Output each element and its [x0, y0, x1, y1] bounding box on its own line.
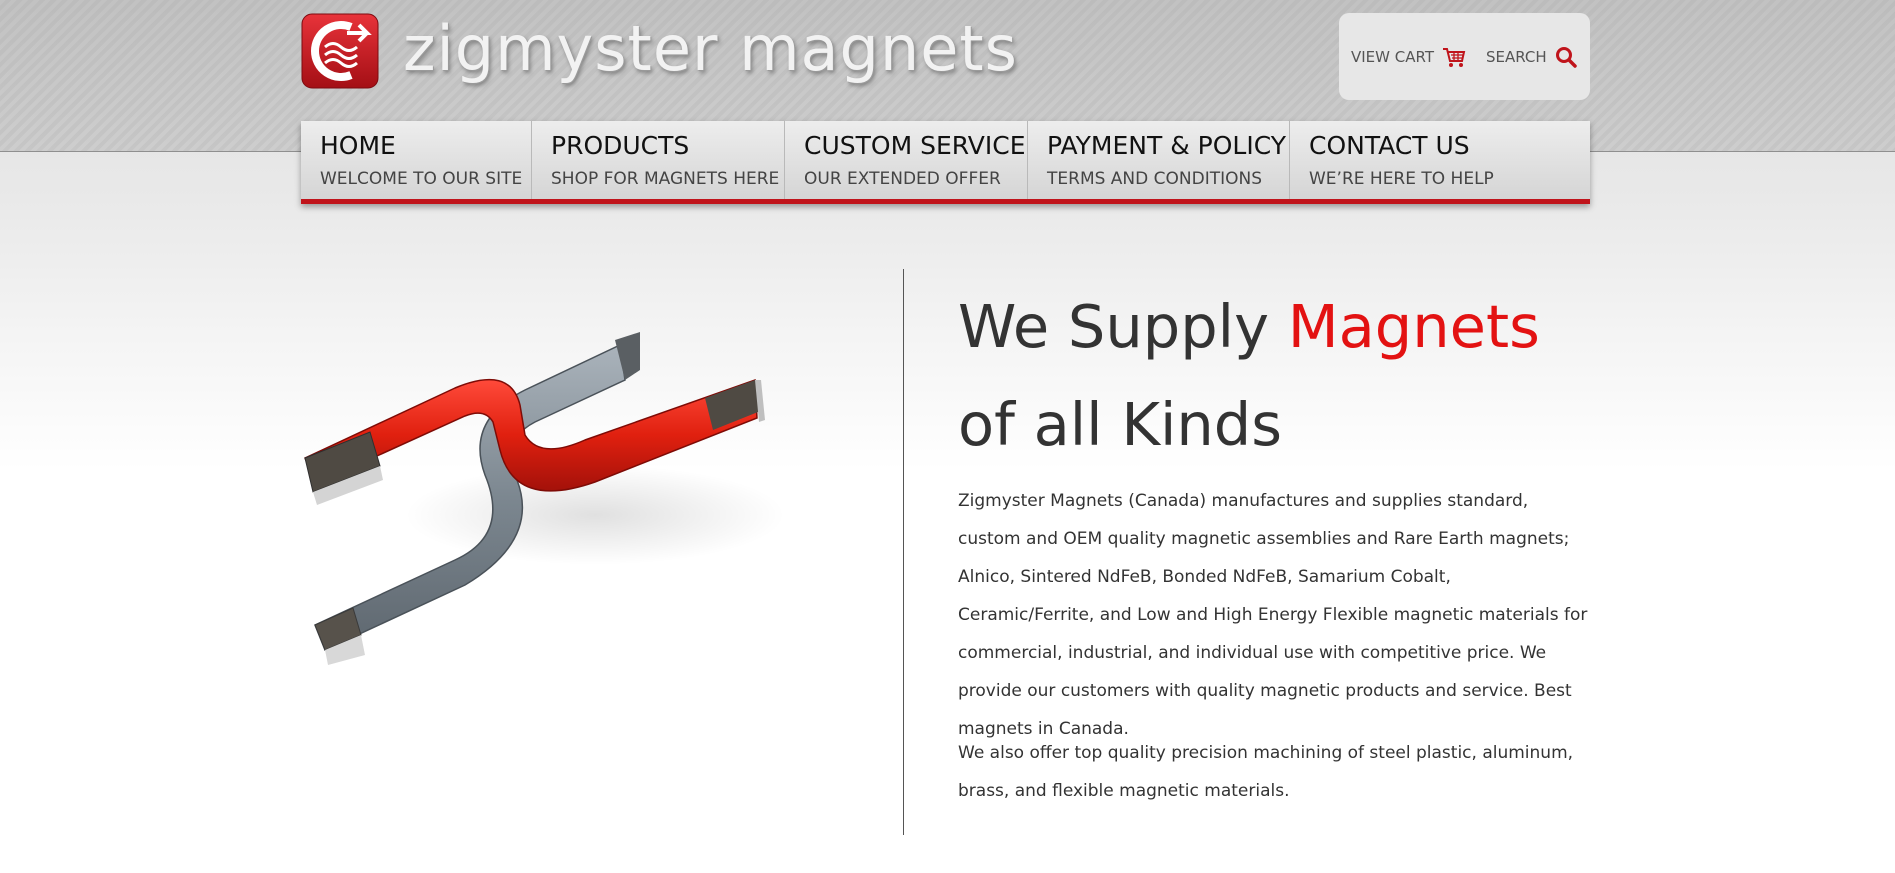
hero-magnets-image — [295, 300, 795, 700]
search-label: SEARCH — [1486, 47, 1547, 66]
utility-bar: VIEW CART SEARCH — [1339, 13, 1590, 100]
site-logo[interactable] — [301, 13, 379, 89]
nav-title: CONTACT US — [1309, 131, 1470, 160]
hero-headline: We Supply Magnets of all Kinds — [958, 278, 1598, 474]
nav-title: CUSTOM SERVICE — [804, 131, 1026, 160]
nav-subtitle: TERMS AND CONDITIONS — [1047, 169, 1262, 189]
nav-item-home[interactable]: HOME WELCOME TO OUR SITE — [301, 121, 532, 199]
view-cart-label: VIEW CART — [1351, 47, 1434, 66]
nav-title: PRODUCTS — [551, 131, 690, 160]
cart-icon — [1443, 47, 1466, 67]
nav-item-contact-us[interactable]: CONTACT US WE’RE HERE TO HELP — [1290, 121, 1590, 199]
logo-icon — [301, 13, 379, 89]
nav-item-payment-policy[interactable]: PAYMENT & POLICY TERMS AND CONDITIONS — [1028, 121, 1290, 199]
headline-text-end: of all Kinds — [958, 390, 1282, 459]
search-icon — [1555, 46, 1577, 68]
main-nav: HOME WELCOME TO OUR SITE PRODUCTS SHOP F… — [301, 121, 1590, 204]
nav-title: HOME — [320, 131, 396, 160]
site-name[interactable]: zigmyster magnets — [403, 12, 1018, 85]
nav-subtitle: OUR EXTENDED OFFER — [804, 169, 1001, 189]
headline-accent: Magnets — [1287, 292, 1540, 361]
search-link[interactable]: SEARCH — [1486, 13, 1577, 100]
intro-paragraph: Zigmyster Magnets (Canada) manufactures … — [958, 491, 1588, 739]
nav-subtitle: WELCOME TO OUR SITE — [320, 169, 523, 189]
nav-subtitle: WE’RE HERE TO HELP — [1309, 169, 1494, 189]
machining-paragraph: We also offer top quality precision mach… — [958, 743, 1574, 801]
nav-title: PAYMENT & POLICY — [1047, 131, 1286, 160]
content-divider — [903, 269, 904, 835]
nav-subtitle: SHOP FOR MAGNETS HERE — [551, 169, 780, 189]
nav-item-products[interactable]: PRODUCTS SHOP FOR MAGNETS HERE — [532, 121, 785, 199]
view-cart-link[interactable]: VIEW CART — [1351, 13, 1466, 100]
headline-text: We Supply — [958, 292, 1288, 361]
nav-item-custom-service[interactable]: CUSTOM SERVICE OUR EXTENDED OFFER — [785, 121, 1028, 199]
